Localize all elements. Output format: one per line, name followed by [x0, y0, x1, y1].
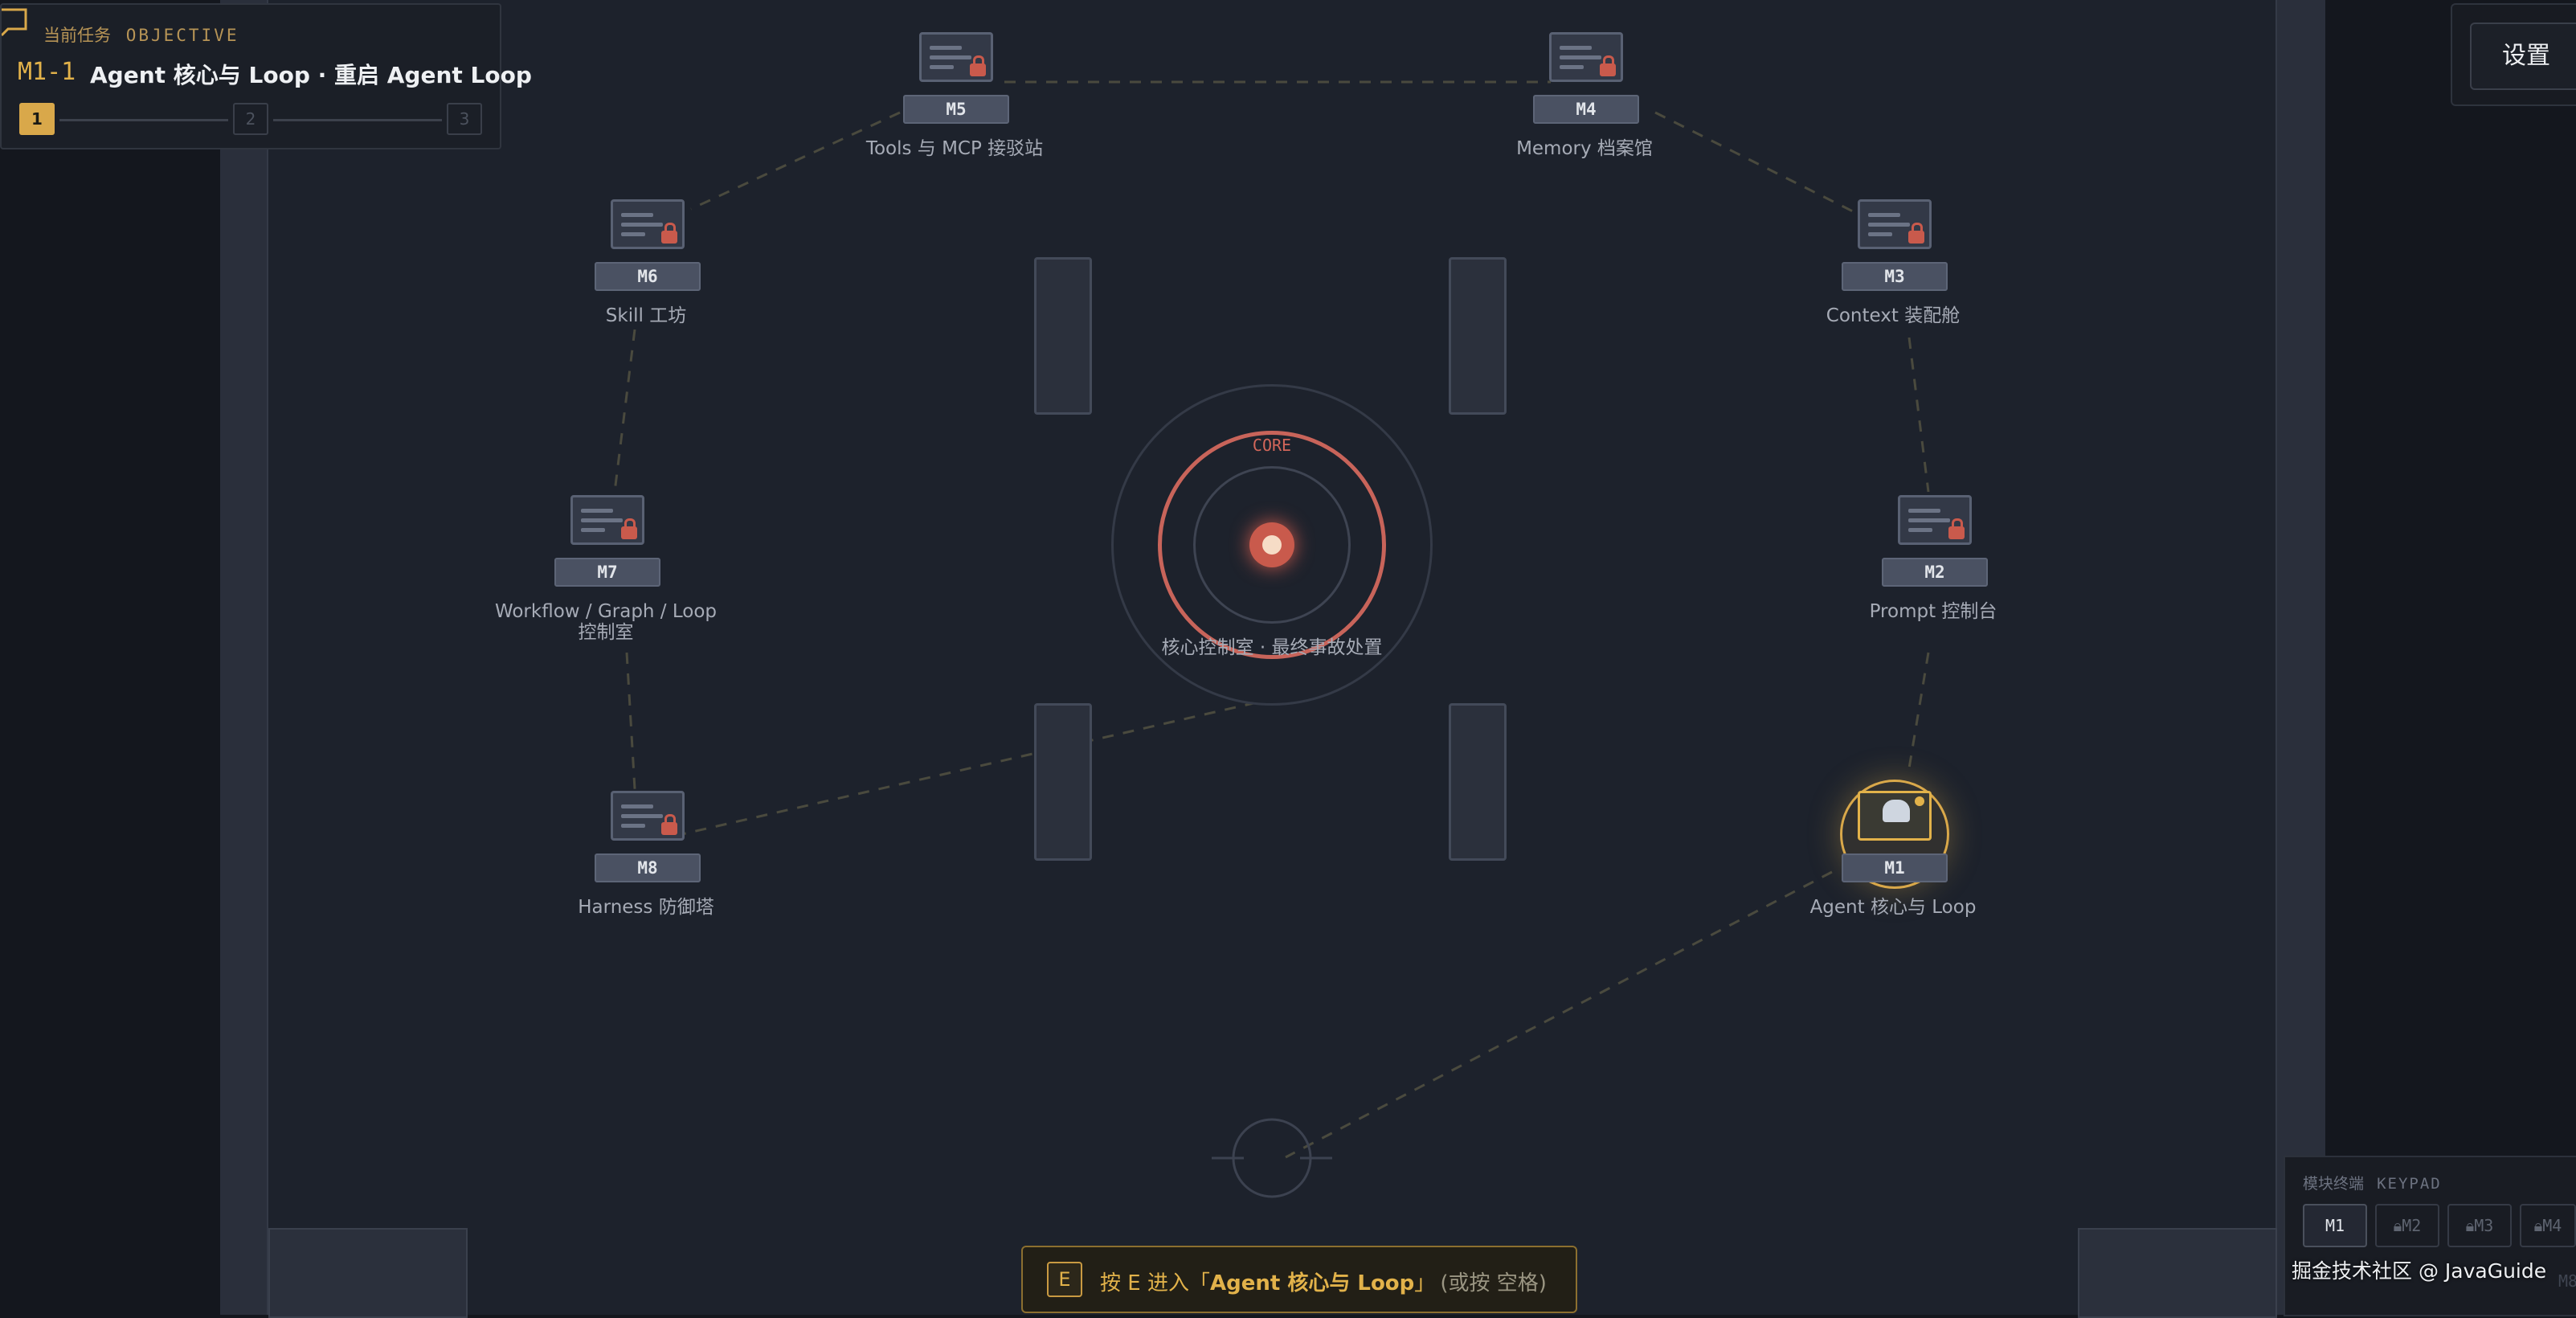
objective-header-en: OBJECTIVE	[125, 26, 239, 45]
keypad-title-cn: 模块终端	[2303, 1175, 2365, 1193]
keypad-key-label: M4	[2542, 1216, 2562, 1235]
lock-icon	[1600, 55, 1616, 76]
objective-flag-icon	[2, 8, 27, 37]
monitor-icon	[611, 791, 685, 841]
keypad-key-m4[interactable]: 🔒︎M4	[2520, 1204, 2576, 1247]
settings-panel: 设置	[2451, 3, 2576, 106]
prompt-text: 按 E 进入「Agent 核心与 Loop」 (或按 空格)	[1100, 1267, 1547, 1296]
watermark: 掘金技术社区 @ JavaGuide	[2292, 1259, 2547, 1283]
monitor-icon	[1858, 791, 1932, 841]
station-id: M1	[1842, 853, 1948, 882]
notification-dot-icon	[1915, 796, 1924, 806]
station-label: Context 装配舱	[1826, 305, 1961, 326]
objective-header: 当前任务 OBJECTIVE	[43, 23, 239, 47]
keypad-key-m2[interactable]: 🔒︎M2	[2375, 1204, 2439, 1247]
step-2: 2	[233, 103, 268, 135]
station-label: Workflow / Graph / Loop 控制室	[437, 601, 775, 643]
enter-prompt[interactable]: E 按 E 进入「Agent 核心与 Loop」 (或按 空格)	[1021, 1246, 1577, 1313]
objective-code: M1-1	[18, 58, 76, 86]
player-avatar-icon	[1883, 800, 1910, 822]
monitor-icon	[1858, 199, 1932, 249]
keypad-key-label: M3	[2474, 1216, 2494, 1235]
keypad-key-m8[interactable]: M8	[2558, 1271, 2576, 1291]
lock-icon	[661, 814, 677, 835]
station-id: M5	[903, 95, 1009, 124]
step-1: 1	[19, 103, 55, 135]
station-id: M2	[1882, 558, 1988, 587]
station-id: M6	[595, 262, 701, 291]
station-id: M7	[554, 558, 660, 587]
keypad-key-label: M2	[2402, 1216, 2422, 1235]
step-connector	[59, 119, 228, 121]
key-e-hint: E	[1047, 1262, 1082, 1297]
station-m7[interactable]: M7 Workflow / Graph / Loop 控制室	[485, 495, 726, 672]
lock-icon	[970, 55, 986, 76]
lock-icon: 🔒︎	[2393, 1216, 2402, 1235]
station-m2[interactable]: M2 Prompt 控制台	[1813, 495, 2054, 672]
prompt-text-after: 」	[1414, 1271, 1436, 1295]
station-label: Harness 防御塔	[578, 897, 714, 918]
station-m8[interactable]: M8 Harness 防御塔	[525, 791, 767, 968]
pillar	[1034, 257, 1092, 415]
settings-button[interactable]: 设置	[2470, 23, 2576, 90]
prompt-target: Agent 核心与 Loop	[1209, 1271, 1415, 1295]
core-badge: CORE	[1252, 436, 1292, 455]
station-m5[interactable]: M5 Tools 与 MCP 接驳站	[834, 32, 1075, 209]
monitor-icon	[1549, 32, 1623, 82]
station-id: M8	[595, 853, 701, 882]
station-m4[interactable]: M4 Memory 档案馆	[1464, 32, 1705, 209]
core-reactor-light	[1262, 535, 1282, 555]
station-label-line1: Workflow / Graph / Loop	[494, 601, 718, 622]
lock-icon	[1908, 223, 1924, 244]
lock-icon: 🔒︎	[2533, 1216, 2543, 1235]
keypad-title-en: KEYPAD	[2377, 1175, 2442, 1193]
lock-icon: 🔒︎	[2465, 1216, 2475, 1235]
station-label: Agent 核心与 Loop	[1809, 897, 1977, 918]
core-label: 核心控制室 · 最终事故处置	[1161, 637, 1383, 658]
keypad-panel: 模块终端 KEYPAD M1 🔒︎M2 🔒︎M3 🔒︎M4 M8	[2284, 1156, 2576, 1316]
keypad-title: 模块终端 KEYPAD	[2303, 1172, 2442, 1193]
prompt-text-before: 按 E 进入「	[1100, 1271, 1210, 1295]
station-id: M4	[1533, 95, 1639, 124]
pillar	[1449, 257, 1507, 415]
step-3: 3	[447, 103, 482, 135]
pillar	[1449, 703, 1507, 861]
station-label: Memory 档案馆	[1516, 138, 1653, 159]
lock-icon	[661, 223, 677, 244]
prompt-hint: (或按 空格)	[1440, 1271, 1547, 1295]
monitor-icon	[570, 495, 644, 545]
lock-icon	[621, 518, 637, 539]
station-label-line2: 控制室	[578, 622, 634, 643]
core-room[interactable]: CORE 核心控制室 · 最终事故处置	[1111, 384, 1433, 706]
lock-icon	[1948, 518, 1965, 539]
station-label: Prompt 控制台	[1869, 601, 1997, 622]
objective-title: Agent 核心与 Loop · 重启 Agent Loop	[90, 62, 532, 88]
keypad-key-m1[interactable]: M1	[2303, 1204, 2367, 1247]
objective-header-cn: 当前任务	[43, 26, 111, 45]
spawn-crosshair-icon	[1212, 1118, 1332, 1198]
keypad-key-m3[interactable]: 🔒︎M3	[2447, 1204, 2512, 1247]
station-id: M3	[1842, 262, 1948, 291]
station-label: Skill 工坊	[605, 305, 687, 326]
station-m3[interactable]: M3 Context 装配舱	[1773, 199, 2014, 376]
objective-panel: 当前任务 OBJECTIVE M1-1 Agent 核心与 Loop · 重启 …	[0, 3, 532, 149]
monitor-icon	[611, 199, 685, 249]
station-m1[interactable]: M1 Agent 核心与 Loop	[1773, 780, 2014, 968]
monitor-icon	[919, 32, 993, 82]
step-connector	[273, 119, 442, 121]
station-label: Tools 与 MCP 接驳站	[865, 138, 1044, 159]
monitor-icon	[1898, 495, 1972, 545]
station-m6[interactable]: M6 Skill 工坊	[525, 199, 767, 376]
pillar	[1034, 703, 1092, 861]
